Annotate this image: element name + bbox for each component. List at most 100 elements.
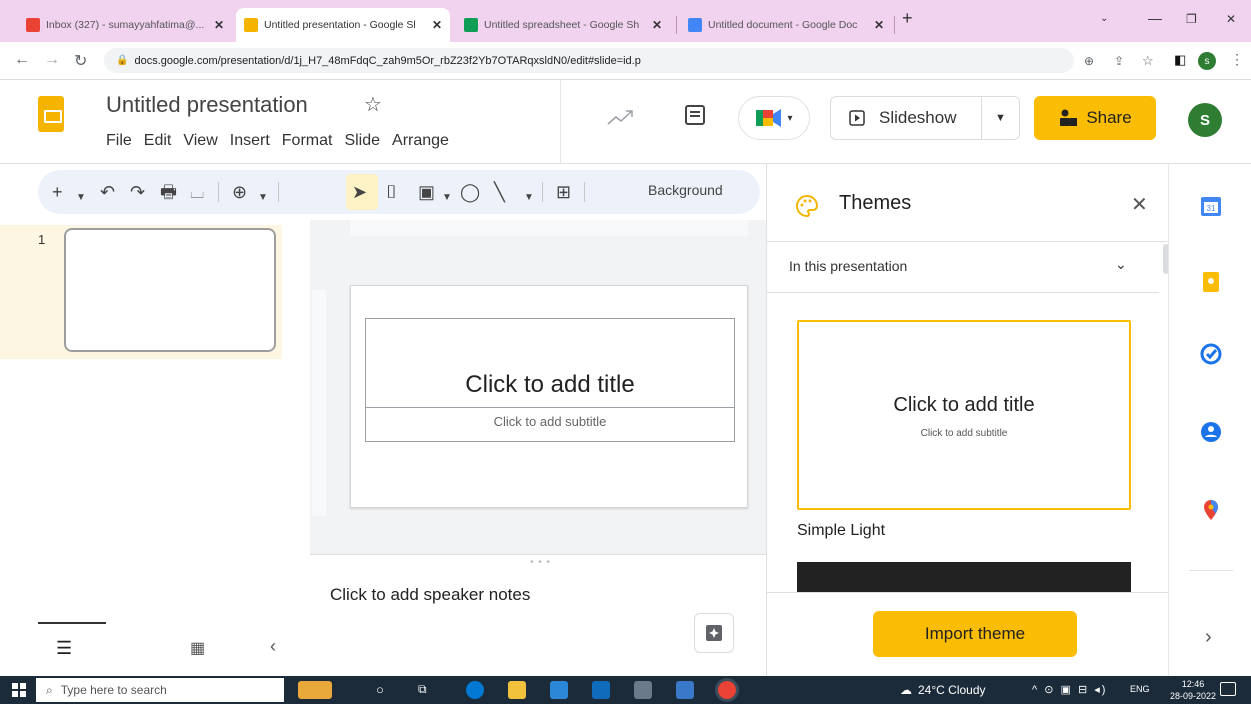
restore-icon[interactable]: ❐ [1186,12,1197,26]
tab-close-icon[interactable]: ✕ [214,18,224,32]
svg-text:31: 31 [1207,204,1216,213]
profile-avatar[interactable]: s [1198,52,1216,70]
redo-icon[interactable]: ↷ [130,180,145,204]
tab-sheets[interactable]: Untitled spreadsheet - Google Sh ✕ [456,8,670,42]
share-button[interactable]: Share [1034,96,1156,140]
menu-slide[interactable]: Slide [344,132,380,150]
tab-close-icon[interactable]: ✕ [874,18,884,32]
line-icon[interactable]: ╲ [494,180,505,204]
explore-button[interactable] [694,613,734,653]
task-view-icon[interactable]: ⧉ [418,682,427,697]
title-placeholder[interactable]: Click to add title [365,318,735,408]
menu-view[interactable]: View [183,132,217,150]
tasks-icon[interactable] [1199,342,1223,366]
slideshow-dropdown-icon[interactable]: ▼ [982,112,1019,124]
meet-button[interactable]: ▾ [738,96,810,140]
new-slide-dropdown-icon[interactable]: ▼ [76,186,86,210]
file-explorer-icon[interactable] [508,681,526,699]
tab-slides[interactable]: Untitled presentation - Google Sl ✕ [236,8,450,42]
bookmark-star-icon[interactable]: ☆ [1142,53,1154,69]
taskbar-search[interactable]: ⌕ Type here to search [36,678,284,702]
activity-trend-icon[interactable] [606,108,634,128]
widgets-icon[interactable] [298,681,332,699]
minimize-icon[interactable]: — [1148,10,1162,26]
zoom-icon[interactable]: ⊕ [232,180,247,204]
chevron-down-icon[interactable]: ⌄ [1115,256,1127,273]
contacts-icon[interactable] [1199,420,1223,444]
new-slide-icon[interactable]: + [52,180,63,204]
chrome-icon[interactable] [718,681,736,699]
menu-format[interactable]: Format [282,132,333,150]
grid-view-icon[interactable]: ▦ [190,638,205,658]
forward-icon[interactable]: → [44,51,60,69]
select-arrow-icon[interactable]: ➤ [352,180,367,204]
store-icon[interactable] [550,681,568,699]
url-input[interactable]: 🔒 docs.google.com/presentation/d/1j_H7_4… [104,48,1074,73]
tab-close-icon[interactable]: ✕ [652,18,662,32]
menu-insert[interactable]: Insert [230,132,270,150]
undo-icon[interactable]: ↶ [100,180,115,204]
comment-add-icon[interactable]: ⊞ [556,180,571,204]
language-indicator[interactable]: ENG [1130,684,1150,694]
in-presentation-section[interactable]: In this presentation [789,258,907,274]
weather-widget[interactable]: ☁ 24°C Cloudy [900,683,986,697]
chevron-right-icon[interactable]: › [1205,626,1212,649]
zoom-dropdown-icon[interactable]: ▼ [258,186,268,210]
edge-icon[interactable] [466,681,484,699]
subtitle-placeholder[interactable]: Click to add subtitle [365,408,735,442]
themes-title: Themes [839,192,912,214]
system-tray-icons[interactable]: ^ ⊙ ▣ ⊟ ◂) [1032,683,1107,696]
calendar-icon[interactable]: 31 [1199,194,1223,218]
menu-file[interactable]: File [106,132,132,150]
paint-format-icon[interactable]: ⌴ [190,180,204,204]
new-tab-button[interactable]: + [902,8,913,29]
tab-close-icon[interactable]: ✕ [432,18,442,32]
shape-icon[interactable]: ◯ [460,180,480,204]
mail-icon[interactable] [592,681,610,699]
share-page-icon[interactable]: ⇪ [1114,54,1124,68]
document-title[interactable]: Untitled presentation [106,92,308,118]
back-icon[interactable]: ← [14,51,30,69]
avatar[interactable]: S [1188,103,1222,137]
sidepanel-icon[interactable]: ◧ [1174,52,1186,68]
maps-icon[interactable] [1199,498,1223,522]
slides-logo-icon[interactable] [38,96,64,132]
zoom-icon[interactable]: ⊕ [1084,54,1094,68]
menu-arrange[interactable]: Arrange [392,132,449,150]
menu-edit[interactable]: Edit [144,132,172,150]
star-icon[interactable]: ☆ [364,92,382,117]
text-box-icon[interactable]: ⌷ [386,180,397,204]
notes-resize-grip[interactable]: • • • [530,557,551,568]
collapse-filmstrip-icon[interactable]: ‹ [270,636,276,657]
photos-icon[interactable] [676,681,694,699]
app-icon[interactable] [634,681,652,699]
comment-history-icon[interactable] [684,104,706,126]
browser-menu-icon[interactable]: ⋮ [1230,51,1244,68]
image-dropdown-icon[interactable]: ▼ [442,186,452,210]
browser-tab-strip: Inbox (327) - sumayyahfatima@... ✕ Untit… [0,0,1251,42]
app-header: Untitled presentation ☆ File Edit View I… [0,80,1251,164]
windows-start-icon[interactable] [12,683,26,697]
tab-search-icon[interactable]: ⌄ [1100,13,1108,24]
theme-card-simple-light[interactable]: Click to add title Click to add subtitle [797,320,1131,510]
close-icon[interactable]: ✕ [1131,192,1148,217]
tab-docs[interactable]: Untitled document - Google Doc ✕ [680,8,892,42]
slideshow-button[interactable]: Slideshow ▼ [830,96,1020,140]
close-window-icon[interactable]: ✕ [1226,12,1236,26]
lock-icon: 🔒 [116,55,129,66]
image-icon[interactable]: ▣ [418,180,435,204]
tab-gmail[interactable]: Inbox (327) - sumayyahfatima@... ✕ [18,8,232,42]
import-theme-button[interactable]: Import theme [873,611,1077,657]
speaker-notes-input[interactable]: Click to add speaker notes [330,585,530,605]
reload-icon[interactable]: ↻ [74,51,87,71]
keep-icon[interactable] [1199,270,1223,294]
notification-icon[interactable] [1220,682,1236,696]
cortana-icon[interactable]: ○ [376,682,384,697]
clock[interactable]: 12:46 28-09-2022 [1170,678,1216,702]
background-button[interactable]: Background [648,182,723,198]
slide-thumbnail[interactable] [64,228,276,352]
print-icon[interactable]: 🖶 [160,180,177,204]
line-dropdown-icon[interactable]: ▼ [524,186,534,210]
slide[interactable]: Click to add title Click to add subtitle [350,285,748,508]
list-view-icon[interactable]: ☰ [56,638,72,659]
